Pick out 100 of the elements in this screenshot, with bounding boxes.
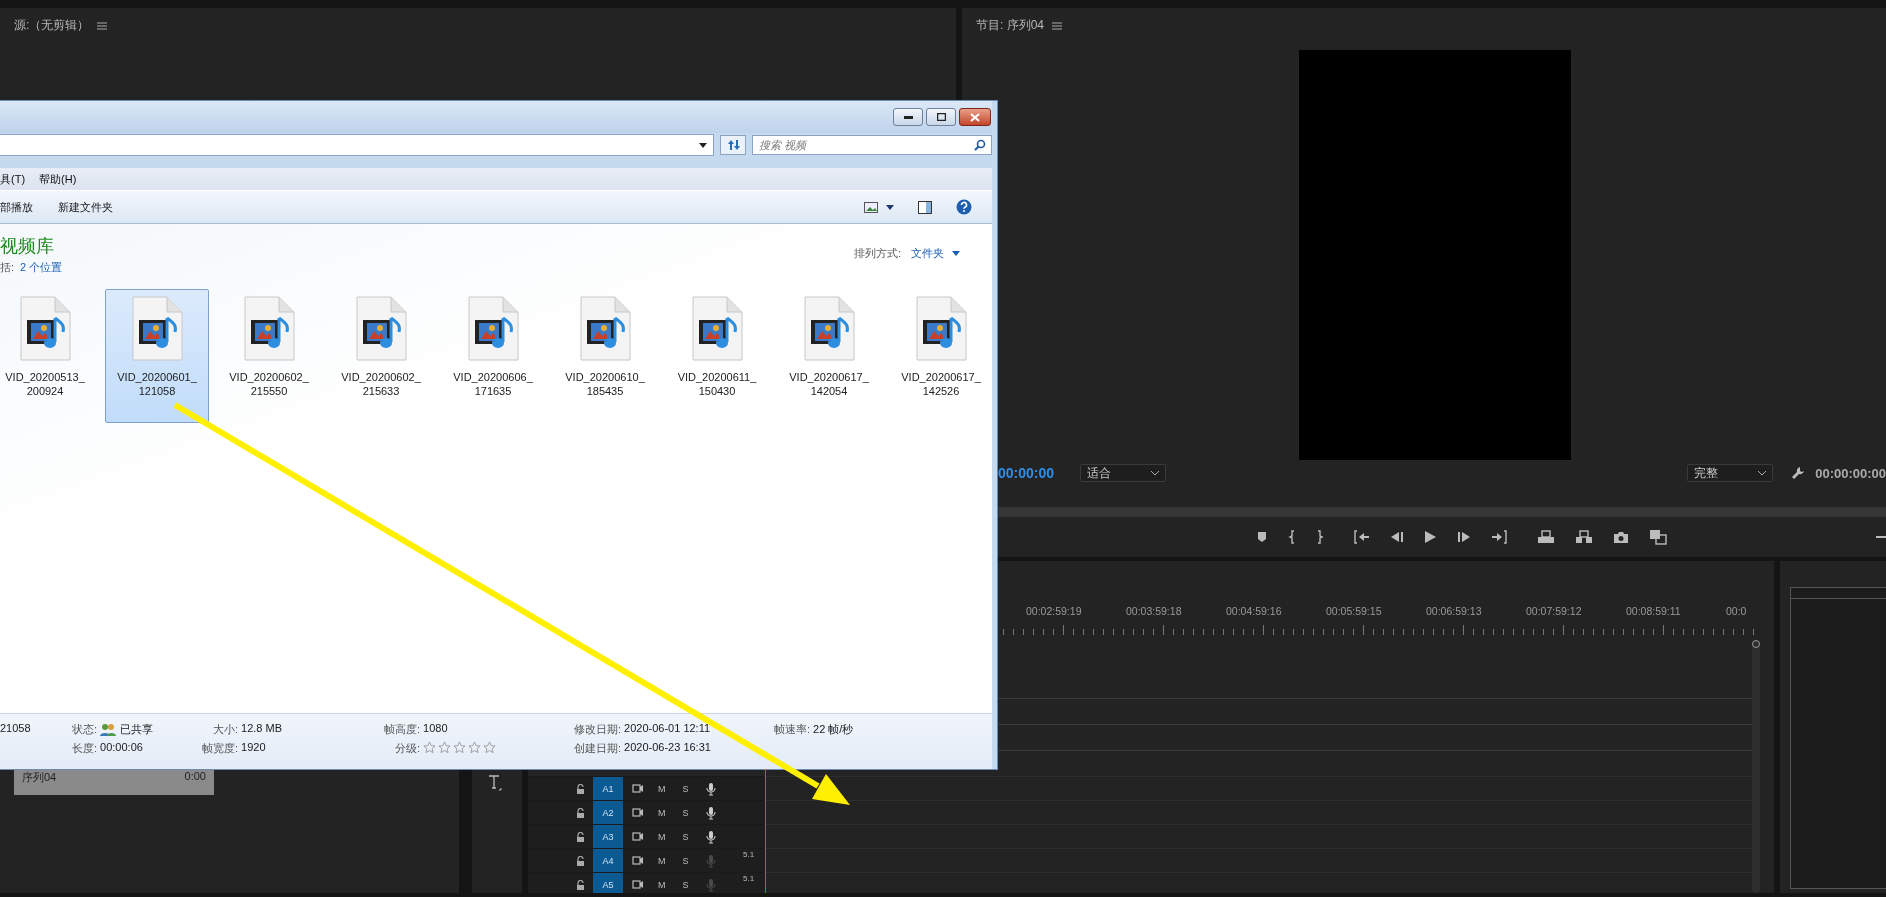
file-item[interactable]: VID_20200601_121058: [105, 289, 209, 423]
rating-stars[interactable]: [423, 741, 497, 756]
mute-button[interactable]: M: [655, 807, 669, 818]
menu-icon[interactable]: [1052, 22, 1062, 30]
camera-icon[interactable]: [1613, 530, 1629, 544]
wrench-icon[interactable]: [1791, 466, 1806, 480]
lock-icon[interactable]: [576, 879, 585, 890]
lock-icon[interactable]: [576, 831, 585, 842]
sync-lock-icon[interactable]: [632, 808, 644, 817]
mark-out-icon[interactable]: [1316, 530, 1324, 544]
lock-icon[interactable]: [576, 855, 585, 866]
overwrite-icon[interactable]: [1575, 530, 1593, 544]
play-icon[interactable]: [1424, 530, 1437, 544]
zoom-dropdown[interactable]: 适合: [1080, 464, 1167, 482]
step-back-icon[interactable]: [1390, 531, 1404, 543]
microphone-icon[interactable]: [705, 781, 716, 796]
track-target-button[interactable]: A3: [593, 825, 623, 848]
sync-lock-icon[interactable]: [632, 880, 644, 889]
star-icon[interactable]: [468, 741, 482, 754]
type-tool-icon[interactable]: [488, 774, 502, 792]
minimize-button[interactable]: [893, 108, 923, 126]
solo-button[interactable]: S: [679, 879, 692, 890]
lock-icon[interactable]: [576, 783, 585, 794]
mute-button[interactable]: M: [655, 855, 669, 866]
playhead-timecode[interactable]: 00:00:00: [998, 465, 1055, 481]
panel-title: 源:（无剪辑）: [14, 16, 90, 34]
video-file-icon: [801, 296, 857, 362]
minimize-icon: [903, 115, 913, 119]
file-item[interactable]: VID_20200602_215633: [329, 289, 433, 423]
mute-button[interactable]: M: [655, 879, 669, 890]
search-field[interactable]: 搜索 视频: [752, 135, 992, 155]
file-item[interactable]: VID_20200610_185435: [553, 289, 657, 423]
caret-icon: [952, 251, 960, 256]
file-name: VID_20200513_200924: [4, 370, 86, 398]
microphone-icon[interactable]: [705, 805, 716, 820]
track-target-button[interactable]: A2: [593, 801, 623, 824]
arrange-dropdown[interactable]: 文件夹: [911, 246, 960, 261]
sync-lock-icon[interactable]: [632, 784, 644, 793]
file-item[interactable]: VID_20200606_171635: [441, 289, 545, 423]
marker-icon[interactable]: [1256, 531, 1268, 543]
insert-icon[interactable]: [1537, 530, 1555, 544]
caret-icon[interactable]: [699, 142, 707, 148]
detail-value: 12.8 MB: [241, 722, 283, 736]
solo-button[interactable]: S: [679, 807, 692, 818]
go-to-out-icon[interactable]: [1491, 530, 1507, 544]
add-icon[interactable]: [1876, 536, 1886, 539]
ruler-timecode: 00:04:59:16: [1226, 605, 1283, 619]
mark-in-icon[interactable]: [1288, 530, 1296, 544]
quality-dropdown[interactable]: 完整: [1687, 464, 1774, 482]
ruler-timecode: 00:05:59:15: [1326, 605, 1383, 619]
maximize-button[interactable]: [926, 108, 956, 126]
toolbar-button[interactable]: 新建文件夹: [58, 199, 113, 215]
mute-button[interactable]: M: [655, 831, 669, 842]
star-icon[interactable]: [483, 741, 497, 754]
star-icon[interactable]: [438, 741, 452, 754]
track-target-button[interactable]: A4: [593, 849, 623, 872]
time-ruler[interactable]: 00:02:59:19 00:03:59:18 00:04:59:16 00:05:59:15 00:06:59:13 00:07:59:12 00:08:59:11 00:0: [1000, 595, 1760, 640]
star-icon[interactable]: [423, 741, 437, 754]
file-item[interactable]: VID_20200513_200924: [0, 289, 97, 423]
refresh-icon: [726, 139, 740, 151]
scroll-bar[interactable]: [1752, 640, 1760, 893]
help-icon[interactable]: [956, 199, 972, 215]
menu-icon[interactable]: [97, 22, 108, 30]
video-file-icon: [353, 296, 409, 362]
detail-value: 2020-06-01 12:11: [624, 722, 711, 736]
sync-lock-icon[interactable]: [632, 832, 644, 841]
caret-icon[interactable]: [886, 204, 894, 210]
detail-value: 1920: [241, 741, 267, 755]
microphone-icon[interactable]: [705, 829, 716, 844]
file-item[interactable]: VID_20200617_142054: [777, 289, 881, 423]
toolbar-button[interactable]: 部播放: [0, 199, 33, 215]
sync-lock-icon[interactable]: [632, 856, 644, 865]
solo-button[interactable]: S: [679, 831, 692, 842]
file-item[interactable]: VID_20200611_150430: [665, 289, 769, 423]
refresh-button[interactable]: [720, 135, 746, 155]
close-button[interactable]: [959, 108, 991, 126]
step-forward-icon[interactable]: [1457, 531, 1471, 543]
compare-view-icon[interactable]: [1649, 529, 1667, 545]
track-target-button[interactable]: A5: [593, 873, 623, 893]
file-name: VID_20200617_142526: [900, 370, 982, 398]
go-to-in-icon[interactable]: [1354, 530, 1370, 544]
solo-button[interactable]: S: [679, 783, 692, 794]
video-file-icon: [241, 296, 297, 362]
maximize-icon: [936, 113, 946, 121]
locations-link[interactable]: 2 个位置: [20, 260, 63, 275]
file-item[interactable]: VID_20200617_142526: [889, 289, 993, 423]
star-icon[interactable]: [453, 741, 467, 754]
panel-title: 节目: 序列04: [976, 16, 1044, 34]
detail-label: 长度:: [72, 741, 98, 756]
menu-item[interactable]: 具(T): [0, 171, 26, 187]
preview-pane-icon[interactable]: [918, 200, 932, 214]
lock-icon[interactable]: [576, 807, 585, 818]
solo-button[interactable]: S: [679, 855, 692, 866]
track-target-button[interactable]: A1: [593, 777, 623, 800]
file-item[interactable]: VID_20200602_215550: [217, 289, 321, 423]
mute-button[interactable]: M: [655, 783, 669, 794]
menu-item[interactable]: 帮助(H): [39, 171, 77, 187]
search-icon[interactable]: [974, 139, 986, 151]
video-file-icon: [17, 296, 73, 362]
view-options-icon[interactable]: [864, 201, 878, 213]
